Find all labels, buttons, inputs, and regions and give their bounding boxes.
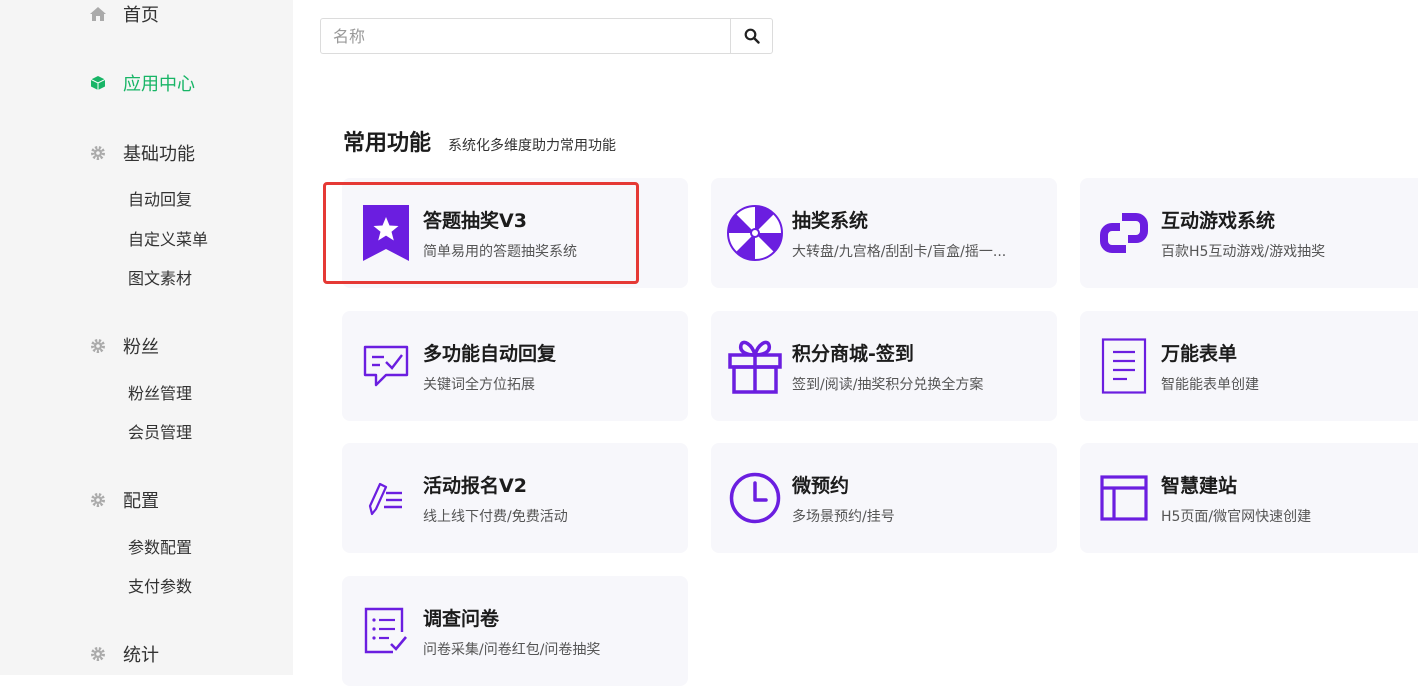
card-title: 微预约 xyxy=(792,475,850,497)
app-card-quiz-lottery[interactable]: 答题抽奖V3 简单易用的答题抽奖系统 xyxy=(342,178,688,288)
sidebar-subitem-media[interactable]: 图文素材 xyxy=(128,265,192,289)
sidebar-item-label: 基础功能 xyxy=(123,144,195,165)
card-title: 多功能自动回复 xyxy=(423,343,557,365)
card-desc: 关键词全方位拓展 xyxy=(423,377,535,393)
app-card-survey[interactable]: 调查问卷 问卷采集/问卷红包/问卷抽奖 xyxy=(342,576,688,686)
app-card-interactive-game[interactable]: 互动游戏系统 百款H5互动游戏/游戏抽奖 xyxy=(1080,178,1418,288)
gift-icon xyxy=(727,338,783,394)
card-desc: 多场景预约/挂号 xyxy=(792,509,895,525)
search-input[interactable] xyxy=(321,19,730,53)
card-desc: 百款H5互动游戏/游戏抽奖 xyxy=(1161,244,1326,260)
sidebar-subitem-param-config[interactable]: 参数配置 xyxy=(128,534,192,558)
sidebar-item-fans[interactable]: 粉丝 xyxy=(0,334,293,358)
gear-icon xyxy=(90,646,106,662)
gear-icon xyxy=(90,492,106,508)
app-card-event-registration[interactable]: 活动报名V2 线上线下付费/免费活动 xyxy=(342,443,688,553)
app-card-points-mall[interactable]: 积分商城-签到 签到/阅读/抽奖积分兑换全方案 xyxy=(711,311,1057,421)
sidebar-item-home[interactable]: 首页 xyxy=(0,2,293,26)
card-title: 调查问卷 xyxy=(423,608,500,630)
search-button[interactable] xyxy=(730,19,772,53)
card-desc: 智能能表单创建 xyxy=(1161,377,1259,393)
card-title: 积分商城-签到 xyxy=(792,343,914,365)
home-icon xyxy=(90,6,106,22)
section-subtitle: 系统化多维度助力常用功能 xyxy=(448,138,616,154)
sidebar-item-label: 应用中心 xyxy=(123,74,195,95)
card-desc: H5页面/微官网快速创建 xyxy=(1161,509,1312,525)
app-card-site-builder[interactable]: 智慧建站 H5页面/微官网快速创建 xyxy=(1080,443,1418,553)
card-title: 答题抽奖V3 xyxy=(423,210,527,232)
clock-icon xyxy=(727,470,783,526)
sidebar-item-label: 配置 xyxy=(123,491,159,512)
checklist-icon xyxy=(358,603,414,659)
sidebar-item-app-center[interactable]: 应用中心 xyxy=(0,71,293,95)
sidebar-subitem-custom-menu[interactable]: 自定义菜单 xyxy=(128,226,208,250)
card-title: 互动游戏系统 xyxy=(1161,210,1276,232)
sidebar-item-stats[interactable]: 统计 xyxy=(0,642,293,666)
sidebar-subitem-pay-param[interactable]: 支付参数 xyxy=(128,573,192,597)
card-title: 智慧建站 xyxy=(1161,475,1238,497)
card-desc: 简单易用的答题抽奖系统 xyxy=(423,244,577,260)
card-title: 抽奖系统 xyxy=(792,210,869,232)
sidebar-subitem-auto-reply[interactable]: 自动回复 xyxy=(128,186,192,210)
section-title: 常用功能 xyxy=(343,131,432,156)
search-bar xyxy=(320,18,773,54)
card-desc: 线上线下付费/免费活动 xyxy=(423,509,568,525)
sidebar: 首页 应用中心 基础功能 自动回复 自定义菜单 图文素材 粉丝 粉丝管理 会员管… xyxy=(0,0,293,675)
pen-list-icon xyxy=(358,470,414,526)
card-title: 活动报名V2 xyxy=(423,475,527,497)
gear-icon xyxy=(90,145,106,161)
gear-icon xyxy=(90,338,106,354)
search-icon xyxy=(744,28,760,44)
card-title: 万能表单 xyxy=(1161,343,1238,365)
card-desc: 问卷采集/问卷红包/问卷抽奖 xyxy=(423,642,601,658)
link-blocks-icon xyxy=(1096,205,1152,261)
sidebar-item-label: 统计 xyxy=(123,645,159,666)
sidebar-subitem-member-manage[interactable]: 会员管理 xyxy=(128,419,192,443)
app-card-lottery-system[interactable]: 抽奖系统 大转盘/九宫格/刮刮卡/盲盒/摇一... xyxy=(711,178,1057,288)
app-card-auto-reply[interactable]: 多功能自动回复 关键词全方位拓展 xyxy=(342,311,688,421)
card-desc: 大转盘/九宫格/刮刮卡/盲盒/摇一... xyxy=(792,244,1007,260)
sidebar-item-label: 首页 xyxy=(123,5,159,26)
wheel-icon xyxy=(727,205,783,261)
app-card-appointment[interactable]: 微预约 多场景预约/挂号 xyxy=(711,443,1057,553)
card-desc: 签到/阅读/抽奖积分兑换全方案 xyxy=(792,377,984,393)
sidebar-item-label: 粉丝 xyxy=(123,337,159,358)
bookmark-star-icon xyxy=(358,205,414,261)
app-card-universal-form[interactable]: 万能表单 智能能表单创建 xyxy=(1080,311,1418,421)
sidebar-item-basic[interactable]: 基础功能 xyxy=(0,141,293,165)
sidebar-item-config[interactable]: 配置 xyxy=(0,488,293,512)
cube-icon xyxy=(90,75,106,91)
chat-check-icon xyxy=(358,338,414,394)
sidebar-subitem-fans-manage[interactable]: 粉丝管理 xyxy=(128,380,192,404)
document-icon xyxy=(1096,338,1152,394)
layout-icon xyxy=(1096,470,1152,526)
